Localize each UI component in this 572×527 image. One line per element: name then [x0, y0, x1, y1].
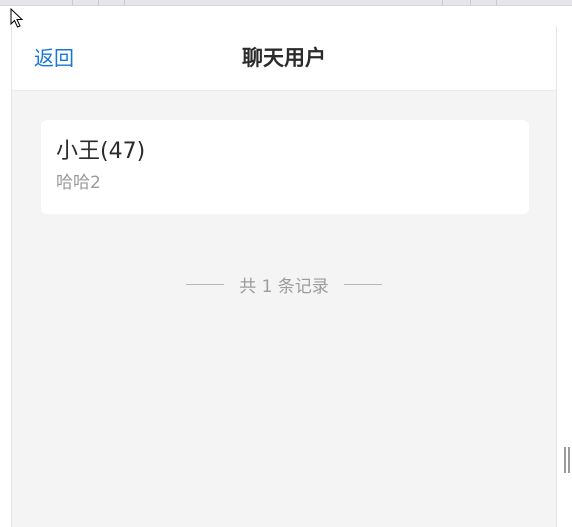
browser-top-strip	[0, 0, 572, 6]
strip-divider	[124, 0, 125, 5]
mouse-pointer-icon	[10, 8, 24, 28]
chat-user-card[interactable]: 小王(47) 哈哈2	[41, 120, 529, 214]
strip-divider	[72, 0, 73, 5]
strip-divider	[98, 0, 99, 5]
page-title: 聊天用户	[242, 46, 326, 70]
strip-divider	[496, 0, 497, 5]
chat-users-screen: 聊天用户 返回 小王(47) 哈哈2 共 1 条记录	[11, 26, 557, 527]
strip-divider	[470, 0, 471, 5]
divider-line-right	[343, 283, 382, 285]
back-button[interactable]: 返回	[34, 26, 74, 91]
chat-user-name: 小王(47)	[56, 139, 146, 164]
divider-line-left	[186, 283, 225, 285]
navigation-header: 聊天用户 返回	[12, 26, 556, 91]
record-count-text: 共 1 条记录	[239, 276, 329, 297]
chat-last-message: 哈哈2	[56, 173, 101, 193]
strip-divider	[442, 0, 443, 5]
record-count: 共 1 条记录	[12, 270, 556, 298]
resize-handle-icon[interactable]	[564, 447, 570, 473]
